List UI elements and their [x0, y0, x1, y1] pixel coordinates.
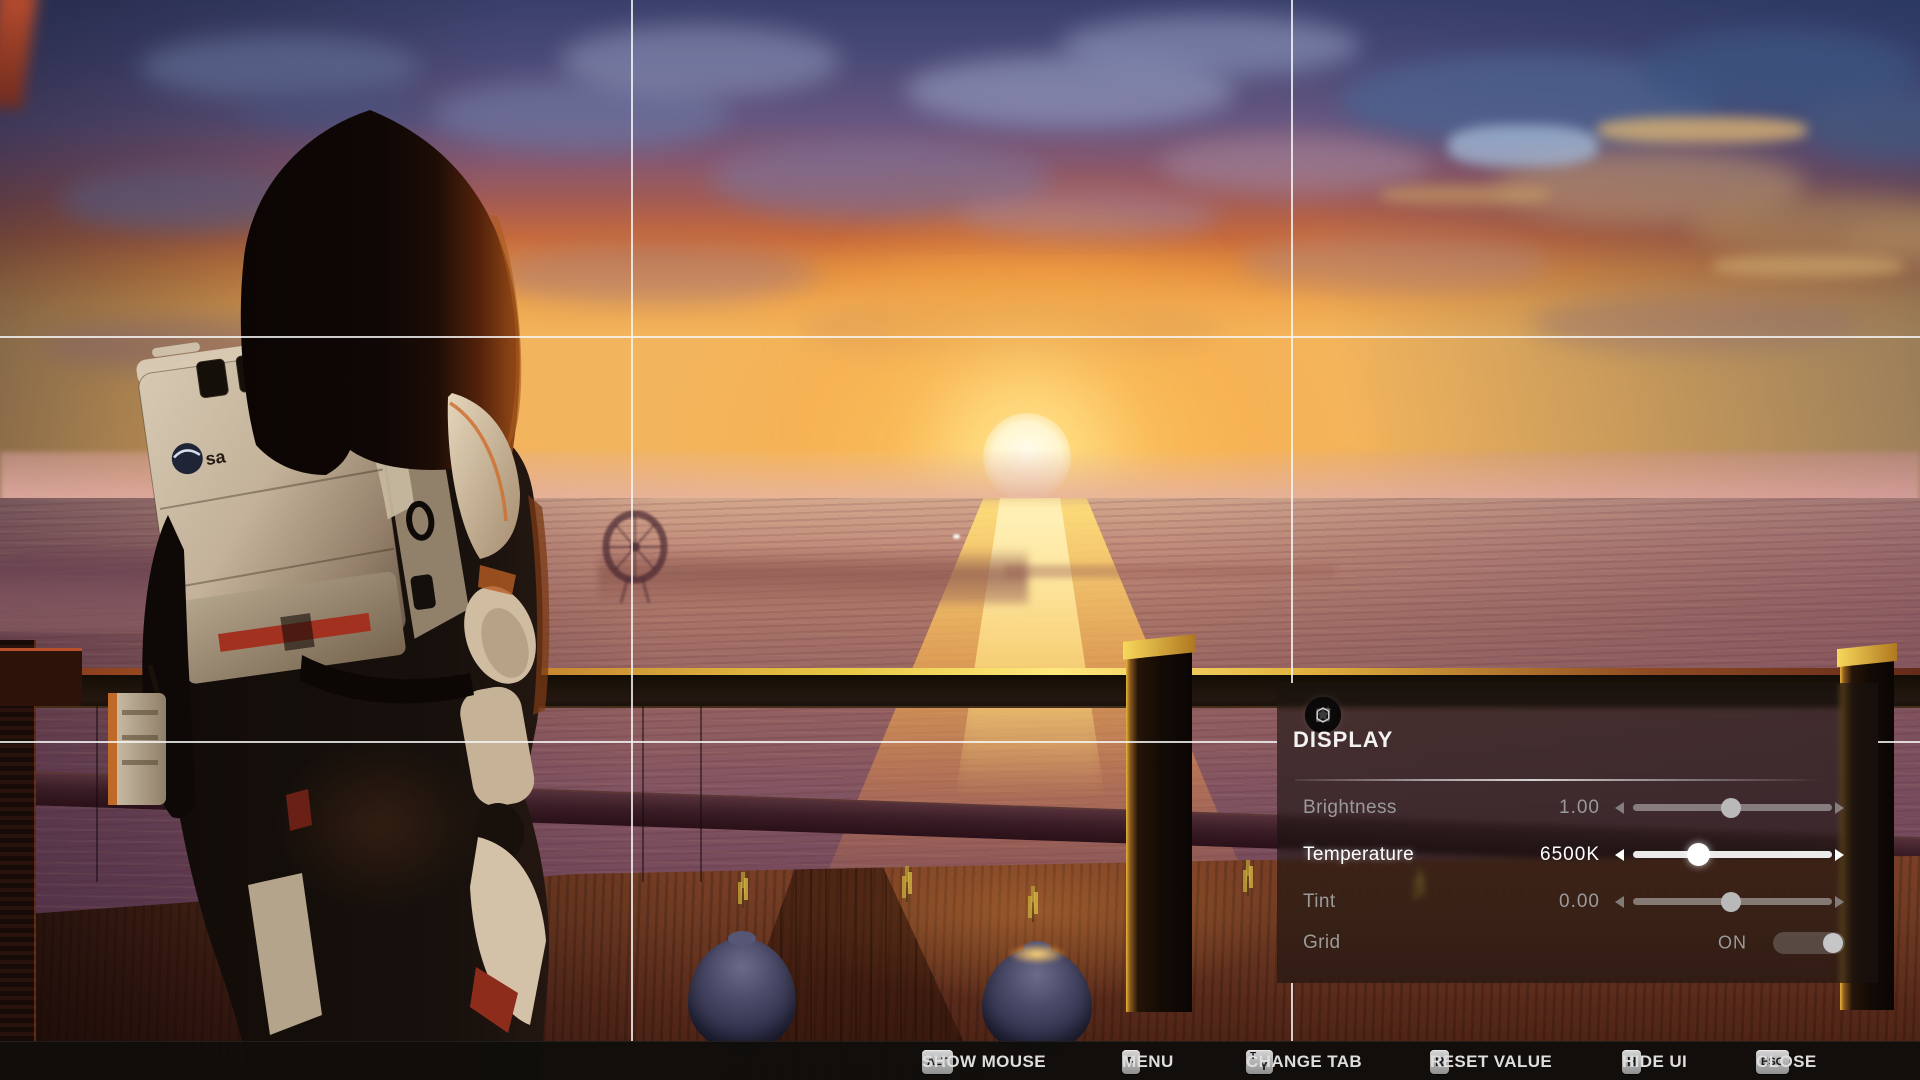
railing-cable [642, 706, 644, 882]
hotkey-label: RESET VALUE [1430, 1052, 1552, 1072]
slider-track[interactable] [1633, 898, 1832, 905]
setting-row-temperature: Temperature 6500K [1277, 831, 1878, 878]
toggle-knob[interactable] [1823, 933, 1843, 953]
ferris-wheel-silhouette [595, 505, 675, 605]
grid-line-horizontal-1 [0, 336, 1920, 338]
grid-line-vertical-1 [631, 0, 633, 1041]
slider-knob[interactable] [1721, 798, 1741, 818]
character-astronaut-back-view: sa [50, 95, 570, 1080]
slider-increase-arrow[interactable] [1835, 896, 1844, 908]
setting-row-tint: Tint 0.00 [1277, 878, 1878, 925]
setting-label: Tint [1303, 891, 1336, 913]
cloud [1713, 255, 1903, 277]
plant-sprig [906, 882, 908, 902]
setting-value: 6500K [1540, 844, 1600, 866]
setting-label: Brightness [1303, 797, 1397, 819]
cloud [1380, 185, 1550, 205]
setting-label: Temperature [1303, 844, 1414, 866]
distant-dock [1005, 565, 1335, 578]
hotkey-label: SHOW MOUSE [922, 1052, 1046, 1072]
setting-value: ON [1718, 933, 1747, 954]
slider-decrease-arrow[interactable] [1615, 849, 1624, 861]
slider-knob[interactable] [1721, 892, 1741, 912]
hotkey-label: HIDE UI [1622, 1052, 1687, 1072]
cloud [1530, 295, 1860, 353]
distant-light [953, 534, 960, 539]
railing-cable [700, 706, 702, 882]
plant-sprig [1032, 902, 1034, 922]
slider-track[interactable] [1633, 804, 1832, 811]
slider-increase-arrow[interactable] [1835, 849, 1844, 861]
setting-value: 0.00 [1559, 891, 1600, 913]
grid-line-horizontal-2b [1878, 741, 1920, 743]
hotkey-label: CLOSE [1756, 1052, 1817, 1072]
slider-knob[interactable] [1687, 843, 1710, 866]
setting-label: Grid [1303, 932, 1341, 954]
photo-mode-screen: sa [0, 0, 1920, 1080]
cloud [1448, 125, 1598, 167]
setting-value: 1.00 [1559, 797, 1600, 819]
plant-sprig [742, 888, 744, 908]
hotkey-label: MENU [1122, 1052, 1174, 1072]
slider-decrease-arrow[interactable] [1615, 896, 1624, 908]
settings-rows: Brightness 1.00 Temperature 6500K Tint 0.00 Gr… [1277, 683, 1878, 983]
dome-highlight [1008, 944, 1066, 964]
grid-line-vertical-2 [1291, 0, 1293, 683]
photo-mode-settings-panel: DISPLAY Brightness1.00Temperature6500KTi… [1277, 683, 1878, 983]
cloud [560, 25, 840, 97]
backpack-logo-text: sa [204, 446, 228, 469]
cloud [1597, 117, 1807, 143]
grid-line-horizontal-2 [0, 741, 1277, 743]
hotkey-bar: ALTSHOW MOUSEFMENUTYCHANGE TABRRESET VAL… [0, 1041, 1920, 1080]
cloud [1060, 15, 1360, 77]
setting-row-grid: Grid ON [1277, 921, 1878, 965]
grid-toggle[interactable] [1773, 932, 1845, 954]
hotkey-label: CHANGE TAB [1246, 1052, 1362, 1072]
slider-decrease-arrow[interactable] [1615, 802, 1624, 814]
setting-row-brightness: Brightness 1.00 [1277, 784, 1878, 831]
plant-sprig [1247, 876, 1249, 896]
cloud [140, 35, 420, 99]
railing-post-center [1126, 652, 1192, 1012]
grid-line-vertical-2b [1291, 983, 1293, 1041]
slider-increase-arrow[interactable] [1835, 802, 1844, 814]
slider-track[interactable] [1633, 851, 1832, 858]
